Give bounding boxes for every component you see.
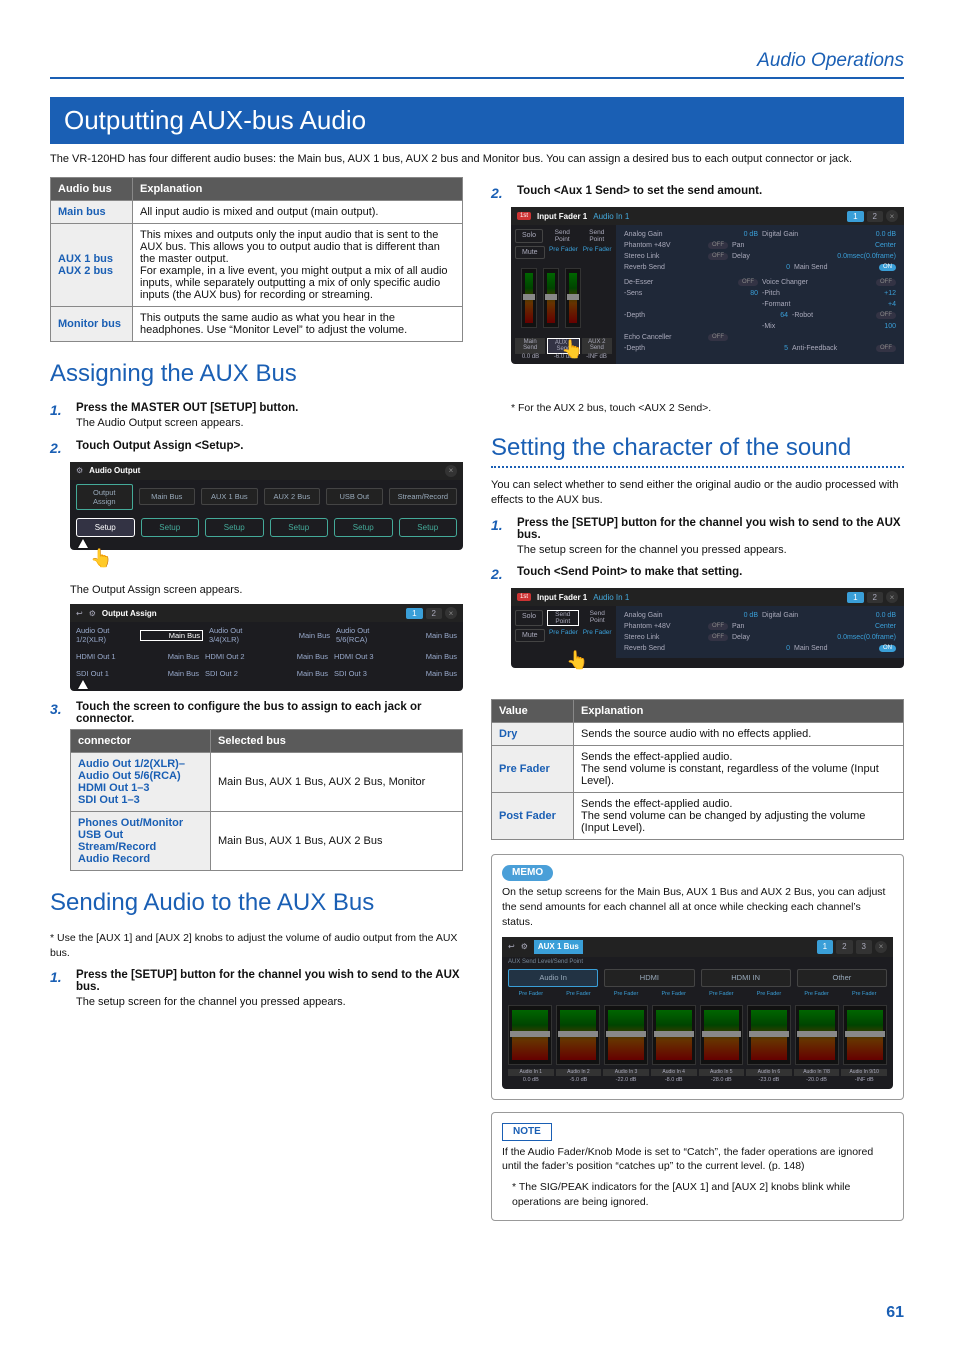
send-note: * Use the [AUX 1] and [AUX 2] knobs to a… [50, 931, 463, 960]
assign-step-1: 1. Press the MASTER OUT [SETUP] button. … [50, 402, 463, 431]
memo-badge: MEMO [502, 865, 553, 881]
page-title: Outputting AUX-bus Audio [50, 97, 904, 144]
right-column: 2. Touch <Aux 1 Send> to set the send am… [491, 177, 904, 1220]
assign-step-2: 2. Touch Output Assign <Setup>. [50, 440, 463, 456]
assign-after-text: The Output Assign screen appears. [70, 583, 463, 598]
note-badge: NOTE [502, 1123, 552, 1141]
close-icon: × [886, 210, 898, 222]
aux-bus-screenshot: ↩⚙AUX 1 Bus 123× AUX Send Level/Send Poi… [502, 937, 893, 1088]
note-box: NOTE If the Audio Fader/Knob Mode is set… [491, 1112, 904, 1221]
close-icon: × [445, 607, 457, 619]
char-intro: You can select whether to send either th… [491, 478, 904, 509]
close-icon: × [875, 941, 887, 953]
gear-icon: ⚙ [521, 941, 528, 952]
header-rule [50, 77, 904, 79]
close-icon: × [445, 465, 457, 477]
char-step-2: 2. Touch <Send Point> to make that setti… [491, 566, 904, 582]
page-number: 61 [886, 1304, 904, 1322]
section-header: Audio Operations [50, 50, 904, 72]
gear-icon: ⚙ [89, 609, 96, 618]
character-h2: Setting the character of the sound [491, 434, 904, 468]
arrow-up-icon [78, 680, 88, 689]
assigning-h2: Assigning the AUX Bus [50, 360, 463, 392]
connector-table: connectorSelected bus Audio Out 1/2(XLR)… [70, 729, 463, 871]
gear-icon: ⚙ [76, 466, 83, 475]
arrow-up-icon [78, 539, 88, 548]
audio-output-screenshot: ⚙Audio Output× Output Assign Main Bus AU… [70, 462, 463, 550]
sending-h2: Sending Audio to the AUX Bus [50, 889, 463, 921]
aux2-note: * For the AUX 2 bus, touch <AUX 2 Send>. [511, 401, 904, 416]
bus-table: Audio busExplanation Main busAll input a… [50, 177, 463, 342]
value-table: ValueExplanation DrySends the source aud… [491, 699, 904, 840]
assign-step-3: 3. Touch the screen to configure the bus… [50, 701, 463, 725]
memo-box: MEMO On the setup screens for the Main B… [491, 854, 904, 1100]
char-step-1: 1. Press the [SETUP] button for the chan… [491, 517, 904, 558]
pointer-icon: 👆 [90, 548, 503, 569]
right-step-2: 2. Touch <Aux 1 Send> to set the send am… [491, 185, 904, 201]
left-column: Audio busExplanation Main busAll input a… [50, 177, 463, 1220]
send-step-1: 1. Press the [SETUP] button for the chan… [50, 969, 463, 1010]
pointer-icon: 👆 [561, 339, 954, 360]
close-icon: × [886, 591, 898, 603]
pointer-icon: 👆 [566, 650, 954, 671]
output-assign-screenshot: ↩⚙Output Assign 12× Audio Out 1/2(XLR)Ma… [70, 604, 463, 691]
intro-text: The VR-120HD has four different audio bu… [50, 152, 904, 167]
